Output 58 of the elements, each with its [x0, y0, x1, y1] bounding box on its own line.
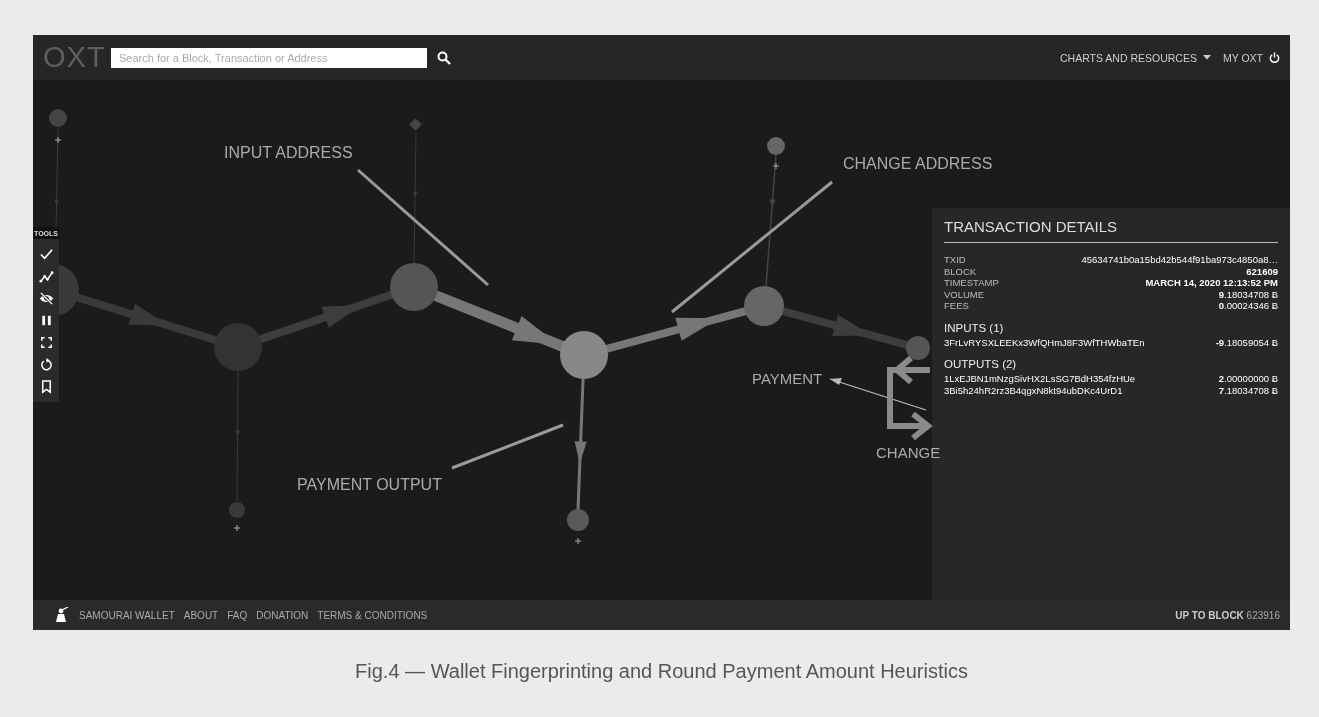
section-heading: INPUTS (1) [944, 321, 1005, 334]
field-label: TIMESTAMP [944, 277, 999, 289]
address-link[interactable]: 3FrLvRYSXLEEKx3WfQHmJ8F3WfTHWbaTEn [944, 336, 1145, 348]
graph-node[interactable] [744, 286, 784, 326]
plus-icon[interactable] [772, 162, 780, 170]
graph-node[interactable] [59, 264, 79, 316]
field-label: VOLUME [944, 288, 985, 300]
check-icon[interactable] [38, 247, 54, 262]
field-value: MARCH 14, 2020 12:13:52 PM [1145, 277, 1278, 289]
field-value: 0.00024346 Ƀ [1218, 300, 1278, 312]
footer-link[interactable]: FAQ [227, 609, 248, 621]
eye-slash-icon[interactable] [38, 291, 54, 306]
samurai-logo-icon[interactable] [55, 607, 69, 623]
footer-link[interactable]: SAMOURAI WALLET [79, 609, 175, 621]
caret-icon [1202, 55, 1211, 60]
menu-dropdown[interactable]: CHARTS AND RESOURCES [1060, 51, 1211, 64]
annotation-label: INPUT ADDRESS [224, 144, 353, 161]
graph-node[interactable] [560, 331, 608, 379]
power-icon [1269, 52, 1280, 63]
search-button[interactable] [437, 50, 451, 65]
graph-node[interactable] [409, 118, 422, 131]
field-value: 9.18034708 Ƀ [1218, 288, 1278, 300]
footer-link[interactable]: TERMS & CONDITIONS [317, 609, 428, 621]
panel-title: TRANSACTION DETAILS [944, 218, 1278, 243]
field-label: TXID [944, 254, 966, 266]
plus-icon[interactable] [574, 537, 582, 545]
section-heading: OUTPUTS (2) [944, 358, 1018, 370]
search-field[interactable]: Search for a Block, Transaction or Address [111, 47, 427, 68]
footer-link[interactable]: ABOUT [183, 609, 219, 621]
amount-value: 7.18034708 Ƀ [1218, 384, 1278, 396]
graph-node[interactable] [390, 263, 438, 311]
field-label: BLOCK [944, 265, 977, 277]
address-link[interactable]: 1LxEJBN1mNzgSivHX2LsSG7BdH354fzHUe [944, 373, 1136, 385]
fullscreen-icon[interactable] [38, 335, 54, 350]
refresh-icon[interactable] [38, 357, 54, 372]
line-chart-icon[interactable] [38, 269, 54, 284]
annotation-label: CHANGE [876, 444, 941, 461]
graph-node[interactable] [229, 502, 245, 518]
address-link[interactable]: 3Bi5h24hR2rz3B4qgxN8kt94ubDKc4UrD1 [944, 384, 1123, 396]
graph-node[interactable] [906, 336, 930, 360]
field-value: 621609 [1246, 265, 1278, 277]
figure-caption: Fig.4 — Wallet Fingerprinting and Round Payment Amount Heuristics [355, 660, 968, 682]
graph-node[interactable] [214, 323, 262, 371]
graph-node[interactable] [49, 109, 67, 127]
footer-link[interactable]: DONATION [256, 609, 309, 621]
plus-icon[interactable] [233, 524, 241, 532]
annotation-label: CHANGE ADDRESS [843, 155, 993, 172]
amount-value: -9.18059054 Ƀ [1215, 336, 1278, 348]
account-link[interactable]: MY OXT [1222, 51, 1280, 64]
graph-node[interactable] [567, 509, 589, 531]
annotation-label: PAYMENT [752, 370, 823, 387]
block-height-label: UP TO BLOCK 623916 [1175, 609, 1280, 621]
graph-node[interactable] [767, 137, 785, 155]
annotation-label: PAYMENT OUTPUT [297, 476, 442, 493]
field-label: FEES [944, 300, 969, 312]
amount-value: 2.00000000 Ƀ [1218, 373, 1278, 385]
plus-icon[interactable] [54, 136, 62, 144]
field-value: 45634741b0a15bd42b544f91ba973c4850a8… [1081, 254, 1278, 266]
